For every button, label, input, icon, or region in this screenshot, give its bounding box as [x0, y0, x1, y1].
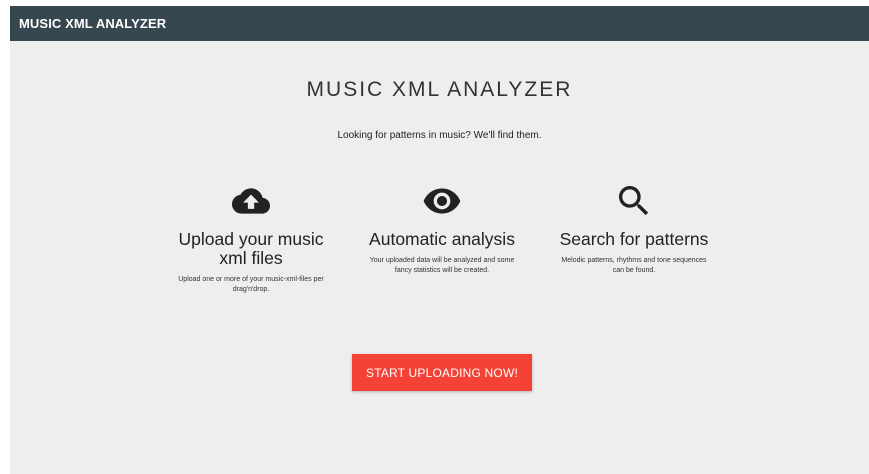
feature-description: Your uploaded data will be analyzed and …	[369, 257, 515, 274]
start-uploading-button[interactable]: START UPLOADING NOW!	[352, 354, 532, 391]
feature-title: Search for patterns	[559, 229, 709, 249]
feature-description: Melodic patterns, rhythms and tone seque…	[561, 257, 707, 274]
feature-title: Automatic analysis	[369, 229, 515, 249]
cloud-upload-icon	[166, 181, 336, 221]
search-icon	[549, 181, 719, 221]
brand-logo[interactable]: MUSIC XML ANALYZER	[19, 16, 166, 31]
feature-search: Search for patterns Melodic patterns, rh…	[549, 181, 719, 276]
feature-description: Upload one or more of your music-xml-fil…	[178, 276, 324, 293]
eye-icon	[357, 181, 527, 221]
feature-upload: Upload your music xml files Upload one o…	[166, 181, 336, 295]
feature-title: Upload your music xml files	[178, 229, 324, 268]
tagline: Looking for patterns in music? We'll fin…	[337, 130, 542, 141]
feature-analysis: Automatic analysis Your uploaded data wi…	[357, 181, 527, 276]
app-container: MUSIC XML ANALYZER MUSIC XML ANALYZER Lo…	[10, 6, 869, 474]
top-navbar: MUSIC XML ANALYZER	[10, 6, 869, 41]
page-title: MUSIC XML ANALYZER	[306, 78, 573, 101]
